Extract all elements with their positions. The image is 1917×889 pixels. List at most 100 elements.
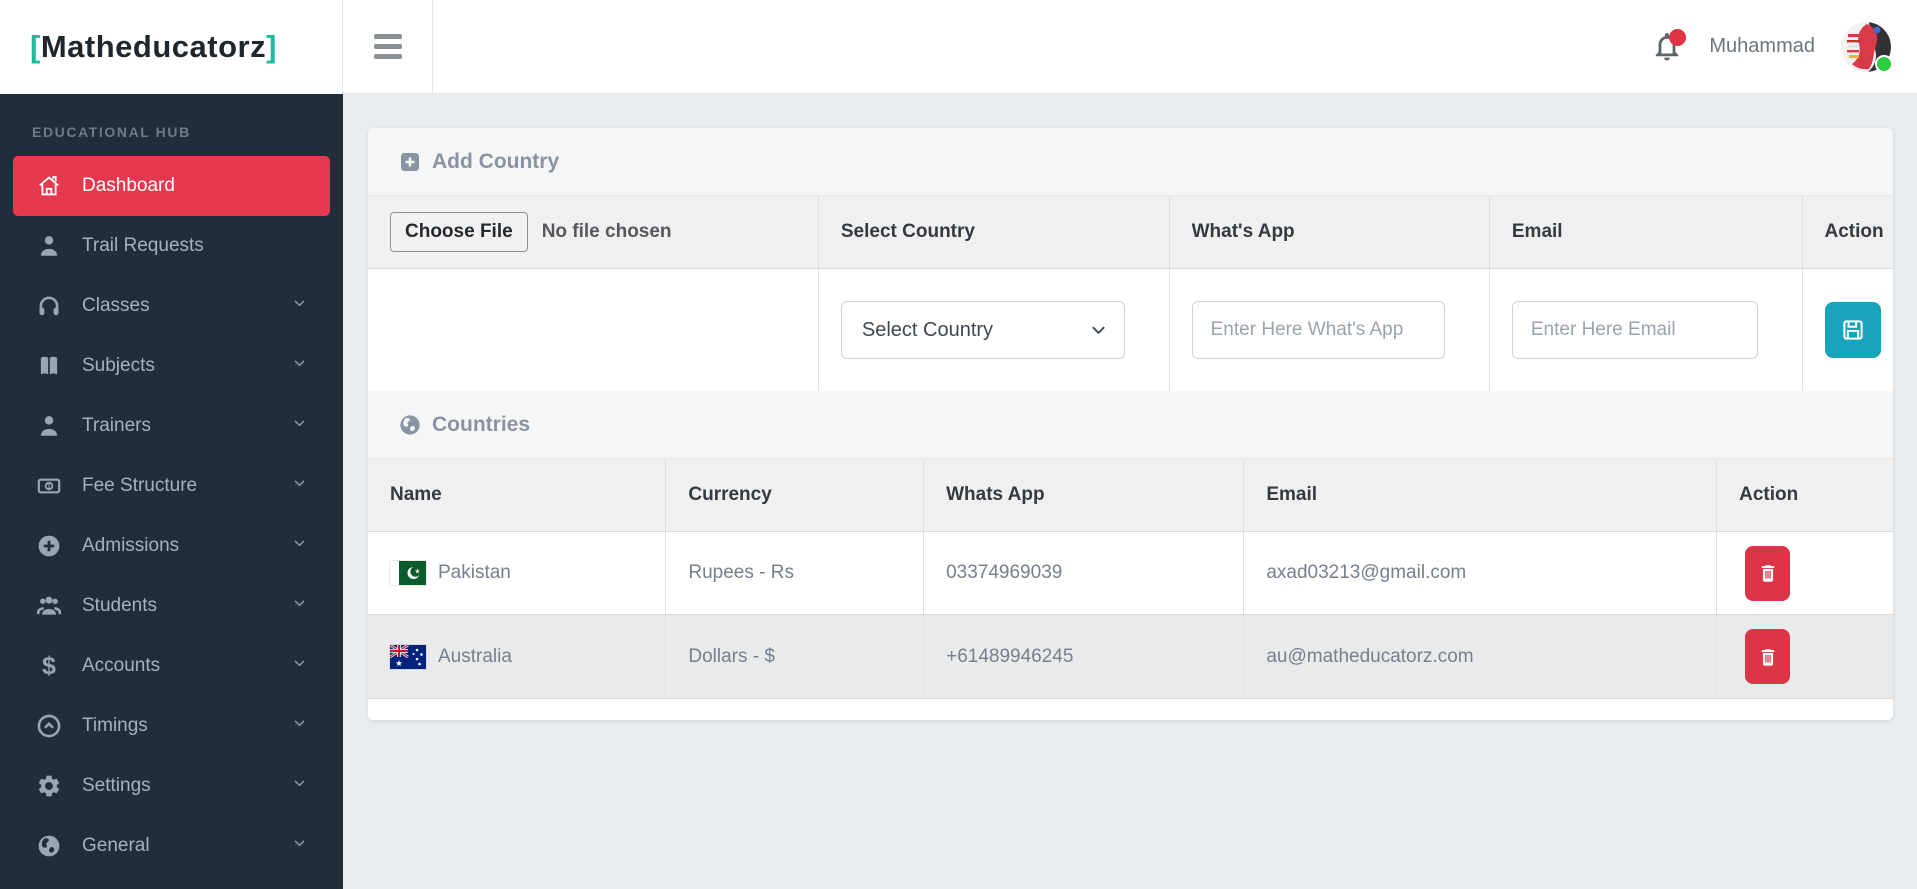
sidebar-section-label: EDUCATIONAL HUB — [32, 124, 191, 140]
column-header-currency: Currency — [665, 459, 923, 531]
users-icon — [36, 593, 62, 619]
empty-cell — [368, 269, 818, 391]
chevron-down-icon — [292, 835, 307, 857]
email-cell: au@matheducatorz.com — [1243, 615, 1716, 698]
chevron-down-icon — [292, 775, 307, 797]
country-name: Australia — [438, 645, 512, 667]
sidebar-item-label: Settings — [82, 775, 151, 796]
action-cell — [1801, 269, 1894, 391]
online-status-dot — [1875, 54, 1893, 73]
select-country-cell: Select Country — [817, 269, 1169, 391]
person-icon — [36, 233, 62, 259]
column-header-email: Email — [1243, 459, 1716, 531]
plus-circle-icon — [36, 533, 62, 559]
table-row-australia: Australia Dollars - $ +61489946245 au@ma… — [368, 614, 1893, 698]
user-menu-button[interactable] — [1841, 21, 1893, 73]
currency-cell: Dollars - $ — [665, 615, 923, 698]
table-row-pakistan: Pakistan Rupees - Rs 03374969039 axad032… — [368, 532, 1893, 614]
countries-header: Countries — [368, 391, 1893, 459]
brand-logo[interactable]: [Matheducatorz] — [0, 0, 343, 94]
gear-icon — [36, 773, 62, 799]
sidebar-item-label: Timings — [82, 715, 148, 736]
column-header-email: Email — [1488, 196, 1802, 268]
column-header-whatsapp: What's App — [1168, 196, 1489, 268]
sidebar-item-settings[interactable]: Settings — [0, 756, 343, 816]
add-country-header: Add Country — [368, 128, 1893, 196]
trash-icon — [1761, 565, 1774, 582]
sidebar-item-accounts[interactable]: $ Accounts — [0, 636, 343, 696]
file-input-cell: Choose File No file chosen — [368, 196, 818, 268]
page-content: Add Country Choose File No file chosen S… — [343, 94, 1917, 889]
card-bottom-strip — [368, 698, 1893, 720]
chevron-down-icon — [292, 415, 307, 437]
whatsapp-cell — [1168, 269, 1489, 391]
sidebar-item-trail-requests[interactable]: Trail Requests — [0, 216, 343, 276]
clock-icon — [36, 713, 62, 739]
sidebar-item-label: Classes — [82, 295, 150, 316]
sidebar-item-label: Admissions — [82, 535, 180, 556]
countries-title: Countries — [432, 412, 531, 436]
action-cell — [1716, 532, 1893, 614]
sidebar-item-label: Trail Requests — [82, 235, 204, 256]
sidebar-item-classes[interactable]: Classes — [0, 276, 343, 336]
email-cell — [1488, 269, 1802, 391]
sidebar-item-label: Fee Structure — [82, 475, 198, 496]
country-name-cell: Pakistan — [368, 532, 665, 614]
main-area: Muhammad Add Country Choose File No file… — [343, 0, 1917, 889]
sidebar-item-timings[interactable]: Timings — [0, 696, 343, 756]
chevron-down-icon — [292, 595, 307, 617]
chevron-down-icon — [292, 535, 307, 557]
money-bill-icon — [36, 473, 62, 499]
column-header-action: Action — [1801, 196, 1894, 268]
chevron-down-icon — [1092, 326, 1105, 334]
choose-file-button[interactable]: Choose File — [390, 212, 528, 252]
topbar: Muhammad — [343, 0, 1917, 94]
whatsapp-cell: +61489946245 — [923, 615, 1243, 698]
sidebar-item-students[interactable]: Students — [0, 576, 343, 636]
action-cell — [1716, 615, 1893, 698]
add-country-title: Add Country — [432, 149, 560, 173]
sidebar-item-label: General — [82, 835, 150, 856]
home-icon — [36, 173, 62, 199]
chevron-down-icon — [292, 355, 307, 377]
email-cell: axad03213@gmail.com — [1243, 532, 1716, 614]
save-country-button[interactable] — [1824, 302, 1881, 358]
sidebar-item-label: Students — [82, 595, 157, 616]
countries-table-header: Name Currency Whats App Email Action — [368, 459, 1893, 532]
delete-country-button[interactable] — [1745, 629, 1791, 684]
sidebar-item-fee-structure[interactable]: Fee Structure — [0, 456, 343, 516]
column-header-action: Action — [1716, 459, 1893, 531]
sidebar-item-subjects[interactable]: Subjects — [0, 336, 343, 396]
sidebar-item-admissions[interactable]: Admissions — [0, 516, 343, 576]
country-select[interactable]: Select Country — [840, 301, 1125, 359]
add-country-form-row: Select Country — [368, 269, 1893, 391]
sidebar-item-label: Accounts — [82, 655, 161, 676]
globe-icon — [398, 413, 422, 437]
chevron-down-icon — [292, 475, 307, 497]
whatsapp-input[interactable] — [1191, 301, 1445, 359]
plus-square-icon — [398, 150, 422, 174]
sidebar-item-general[interactable]: General — [0, 816, 343, 876]
headphones-icon — [36, 293, 62, 319]
sidebar-item-dashboard[interactable]: Dashboard — [13, 156, 330, 216]
sidebar-toggle-button[interactable] — [343, 0, 433, 93]
country-card: Add Country Choose File No file chosen S… — [368, 128, 1893, 720]
whatsapp-cell: 03374969039 — [923, 532, 1243, 614]
currency-cell: Rupees - Rs — [665, 532, 923, 614]
sidebar-item-label: Subjects — [82, 355, 155, 376]
australia-flag — [390, 644, 426, 669]
trash-icon — [1761, 648, 1774, 666]
notification-badge — [1669, 28, 1687, 46]
sidebar-nav: Dashboard Trail Requests Classes Subject… — [0, 156, 343, 889]
sidebar: [Matheducatorz] EDUCATIONAL HUB Dashboar… — [0, 0, 343, 889]
delete-country-button[interactable] — [1745, 545, 1791, 601]
country-name-cell: Australia — [368, 615, 665, 698]
notifications-button[interactable] — [1651, 28, 1687, 64]
hamburger-icon — [373, 34, 402, 59]
sidebar-item-trainers[interactable]: Trainers — [0, 396, 343, 456]
column-header-select-country: Select Country — [817, 196, 1169, 268]
chevron-down-icon — [292, 715, 307, 737]
email-input[interactable] — [1511, 301, 1758, 359]
column-header-whatsapp: Whats App — [923, 459, 1243, 531]
country-name: Pakistan — [438, 562, 511, 583]
